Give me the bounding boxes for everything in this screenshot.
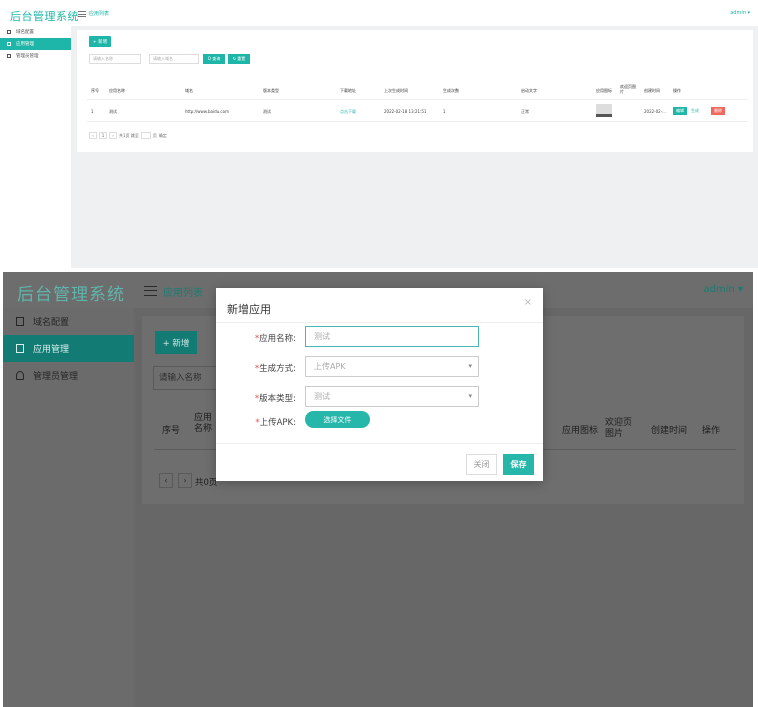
col-download: 下载地址: [340, 88, 356, 93]
version-type-select[interactable]: 测试: [305, 386, 479, 407]
screen-add-app-modal: 后台管理系统 应用列表 admin ▾ 域名配置 应用管理 管理员管理 + 新增…: [3, 272, 753, 707]
sidebar-item-app-management[interactable]: 应用管理: [3, 335, 134, 362]
add-button[interactable]: + 新增: [155, 331, 197, 354]
dialog-title: 新增应用: [227, 303, 271, 316]
col-actions: 操作: [673, 88, 681, 93]
user-icon: [16, 371, 24, 380]
list-card: + 新增 请输入名称 请输入域名 Q 查询 ↻ 重置 序号 应用名称 域名 版本…: [77, 30, 753, 152]
search-button[interactable]: Q 查询: [203, 54, 225, 64]
breadcrumb[interactable]: 应用列表: [163, 284, 203, 299]
sidebar-item-domain-config[interactable]: 域名配置: [0, 26, 71, 38]
sidebar-item-app-management[interactable]: 应用管理: [0, 38, 71, 50]
clipboard-icon: [7, 30, 11, 34]
menu-toggle-icon[interactable]: [144, 286, 157, 296]
sidebar: 域名配置 应用管理 管理员管理: [0, 26, 72, 268]
app-logo: 后台管理系统: [17, 285, 125, 305]
user-menu[interactable]: admin ▾: [730, 10, 750, 16]
confirm-page-button[interactable]: 确定: [159, 133, 167, 139]
menu-toggle-icon[interactable]: [78, 11, 86, 17]
clipboard-icon: [16, 344, 24, 353]
app-name-input[interactable]: 测试: [305, 326, 479, 347]
build-mode-label: *生成方式:: [254, 364, 296, 374]
page-jump-input[interactable]: [140, 132, 151, 139]
col-index: 序号: [162, 426, 181, 436]
download-link[interactable]: 点击下载: [340, 109, 356, 115]
sidebar-item-admin-management[interactable]: 管理员管理: [0, 50, 71, 62]
sidebar: 域名配置 应用管理 管理员管理: [3, 308, 134, 707]
version-type-label: *版本类型:: [254, 394, 296, 404]
screen-app-list: 后台管理系统 应用列表 admin ▾ 域名配置 应用管理 管理员管理 + 新增…: [0, 0, 758, 268]
search-name-input[interactable]: 请输入名称: [153, 366, 217, 390]
col-actions: 操作: [702, 426, 721, 436]
dialog-footer-divider: [216, 443, 543, 444]
next-page-button[interactable]: ›: [109, 132, 117, 139]
col-welcome: 欢迎页图片: [605, 418, 633, 439]
app-icon-thumbnail: [596, 104, 612, 117]
build-mode-select[interactable]: 上传APK: [305, 356, 479, 377]
col-start-text: 启动文字: [521, 88, 537, 93]
col-count: 生成次数: [443, 88, 459, 93]
main-content: + 新增 请输入名称 请输入域名 Q 查询 ↻ 重置 序号 应用名称 域名 版本…: [72, 26, 758, 268]
col-version: 版本类型: [263, 88, 279, 93]
choose-file-button[interactable]: 选择文件: [305, 411, 370, 428]
save-button[interactable]: 保存: [503, 454, 534, 475]
app-name-label: *应用名称:: [254, 334, 296, 344]
top-header: 后台管理系统 应用列表 admin ▾: [0, 0, 758, 26]
col-last-time: 上次生成时间: [384, 88, 408, 93]
add-app-dialog: 新增应用 × *应用名称: 测试 *生成方式: 上传APK *版本类型: 测试 …: [216, 288, 543, 481]
search-name-input[interactable]: 请输入名称: [89, 54, 141, 64]
generate-button[interactable]: 生成: [691, 108, 699, 114]
col-welcome: 欢迎页图片: [620, 84, 636, 94]
col-name: 应用名称: [109, 88, 125, 93]
close-icon[interactable]: ×: [524, 297, 532, 308]
sidebar-item-admin-management[interactable]: 管理员管理: [3, 362, 134, 389]
col-created: 创建时间: [644, 88, 660, 93]
add-button[interactable]: + 新增: [89, 36, 111, 47]
col-icon: 应用图标: [596, 88, 612, 93]
edit-button[interactable]: 编辑: [673, 107, 687, 115]
col-name: 应用名称: [194, 413, 213, 434]
sidebar-item-domain-config[interactable]: 域名配置: [3, 308, 134, 335]
page-1-button[interactable]: 1: [99, 132, 107, 139]
upload-apk-label: *上传APK:: [255, 418, 296, 428]
next-page-button[interactable]: ›: [178, 473, 192, 488]
cancel-button[interactable]: 关闭: [466, 454, 497, 475]
user-icon: [7, 54, 11, 58]
reset-button[interactable]: ↻ 重置: [228, 54, 250, 64]
search-domain-input[interactable]: 请输入域名: [149, 54, 199, 64]
prev-page-button[interactable]: ‹: [89, 132, 97, 139]
clipboard-icon: [7, 42, 11, 46]
col-index: 序号: [91, 88, 99, 93]
dialog-header-divider: [216, 322, 543, 323]
table-header-row: 序号 应用名称 域名 版本类型 下载地址 上次生成时间 生成次数 启动文字 应用…: [87, 82, 747, 100]
col-created: 创建时间: [651, 426, 688, 436]
app-table: 序号 应用名称 域名 版本类型 下载地址 上次生成时间 生成次数 启动文字 应用…: [87, 82, 747, 122]
user-menu[interactable]: admin ▾: [703, 284, 743, 295]
col-domain: 域名: [185, 88, 193, 93]
delete-button[interactable]: 删除: [711, 107, 725, 115]
screenshot-root: 后台管理系统 应用列表 admin ▾ 域名配置 应用管理 管理员管理 + 新增…: [0, 0, 758, 707]
page-info: 共0页: [195, 478, 218, 488]
app-logo: 后台管理系统: [10, 10, 79, 23]
col-icon: 应用图标: [562, 426, 599, 436]
table-row: 1 测试 http://www.baidu.com 测试 点击下载 2022-0…: [87, 100, 747, 122]
prev-page-button[interactable]: ‹: [159, 473, 173, 488]
breadcrumb[interactable]: 应用列表: [89, 10, 109, 17]
clipboard-icon: [16, 317, 24, 326]
pagination: ‹ 1 › 共1页 跳至 页 确定: [89, 132, 167, 139]
